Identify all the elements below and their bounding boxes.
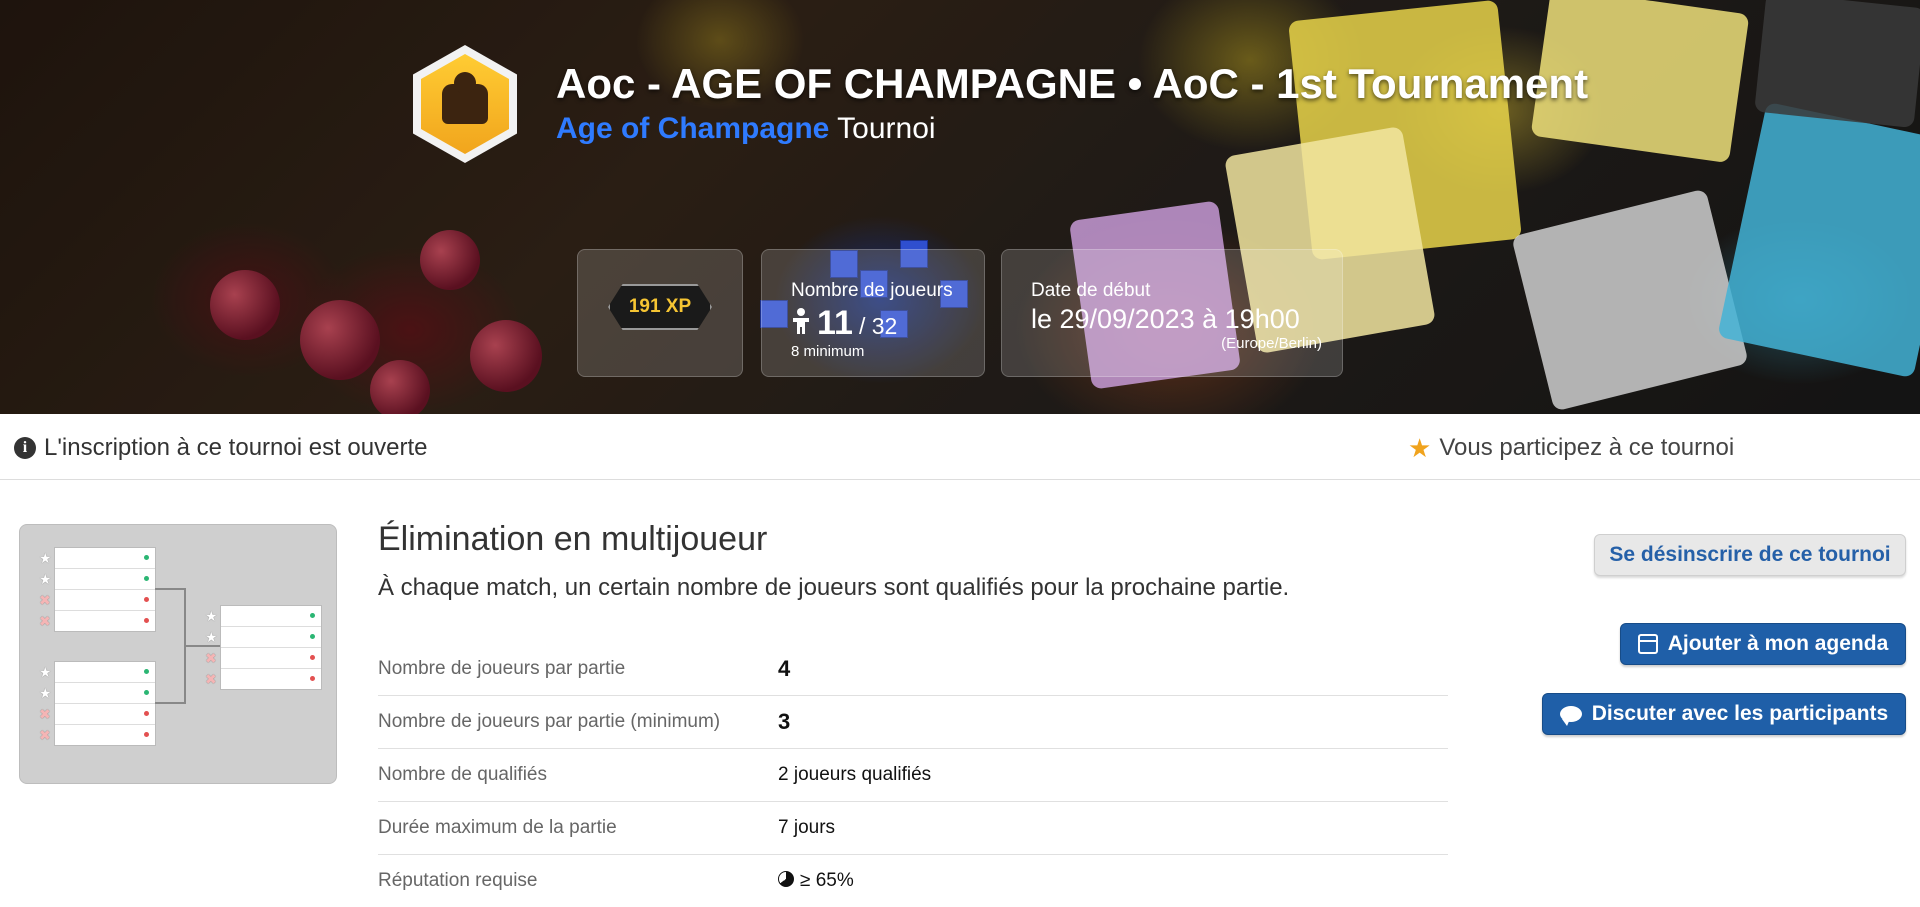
detail-value-reputation: ≥ 65% <box>778 855 1448 907</box>
xp-stat-box: 191 XP <box>577 249 743 377</box>
meeple-hex-logo-icon <box>442 84 488 124</box>
chat-bubble-icon <box>1560 706 1582 722</box>
info-circle-icon: i <box>14 437 36 459</box>
tournament-details-table: Nombre de joueurs par partie 4 Nombre de… <box>378 643 1448 907</box>
banner-card-decoration <box>1754 0 1920 128</box>
players-label: Nombre de joueurs <box>791 280 984 302</box>
unregister-button[interactable]: Se désinscrire de ce tournoi <box>1594 534 1906 576</box>
banner-card-decoration <box>1717 102 1920 378</box>
bracket-group: ★ ★ ✖ ✖ <box>54 547 156 632</box>
detail-value: 3 <box>778 696 1448 749</box>
registration-status-text: L'inscription à ce tournoi est ouverte <box>44 434 427 462</box>
detail-value: 2 joueurs qualifiés <box>778 749 1448 802</box>
add-agenda-label: Ajouter à mon agenda <box>1668 632 1889 656</box>
table-row: Nombre de joueurs par partie 4 <box>378 643 1448 696</box>
date-label: Date de début <box>1031 280 1342 302</box>
date-value: le 29/09/2023 à 19h00 <box>1031 304 1342 335</box>
players-max: / 32 <box>859 313 897 340</box>
registration-status: i L'inscription à ce tournoi est ouverte <box>14 434 427 462</box>
banner-grape-decoration <box>420 230 480 290</box>
format-description: À chaque match, un certain nombre de jou… <box>378 574 1289 602</box>
reputation-value: ≥ 65% <box>800 870 854 891</box>
banner-grape-decoration <box>370 360 430 414</box>
table-row: Nombre de joueurs par partie (minimum) 3 <box>378 696 1448 749</box>
banner-grape-decoration <box>470 320 542 392</box>
game-name-link[interactable]: Age of Champagne <box>556 112 829 145</box>
tournament-header: Aoc - AGE OF CHAMPAGNE • AoC - 1st Tourn… <box>556 60 1588 146</box>
subtitle-suffix: Tournoi <box>837 112 935 145</box>
detail-label: Réputation requise <box>378 855 778 907</box>
players-minimum: 8 minimum <box>791 343 984 360</box>
detail-label: Nombre de joueurs par partie <box>378 643 778 696</box>
bracket-group: ★ ★ ✖ ✖ <box>220 605 322 690</box>
banner-card-decoration <box>1511 188 1749 411</box>
bracket-diagram: ★ ★ ✖ ✖ ★ ★ ✖ ✖ ★ ★ ✖ ✖ <box>19 524 337 784</box>
players-count: 11 <box>817 304 853 343</box>
chat-participants-label: Discuter avec les participants <box>1592 702 1888 726</box>
add-agenda-button[interactable]: Ajouter à mon agenda <box>1620 623 1906 665</box>
table-row: Durée maximum de la partie 7 jours <box>378 802 1448 855</box>
tournament-banner: Aoc - AGE OF CHAMPAGNE • AoC - 1st Tourn… <box>0 0 1920 414</box>
chat-participants-button[interactable]: Discuter avec les participants <box>1542 693 1906 735</box>
reputation-pie-icon <box>778 871 794 887</box>
tournament-title: Aoc - AGE OF CHAMPAGNE • AoC - 1st Tourn… <box>556 60 1588 108</box>
tournament-subtitle: Age of Champagne Tournoi <box>556 112 1588 146</box>
player-icon <box>791 308 811 339</box>
banner-grape-decoration <box>300 300 380 380</box>
timezone: (Europe/Berlin) <box>1031 335 1342 352</box>
detail-label: Nombre de joueurs par partie (minimum) <box>378 696 778 749</box>
banner-grape-decoration <box>210 270 280 340</box>
format-title: Élimination en multijoueur <box>378 520 767 559</box>
calendar-icon <box>1638 634 1658 654</box>
date-stat-box: Date de début le 29/09/2023 à 19h00 (Eur… <box>1001 249 1343 377</box>
detail-value: 4 <box>778 643 1448 696</box>
detail-label: Durée maximum de la partie <box>378 802 778 855</box>
detail-value: 7 jours <box>778 802 1448 855</box>
detail-label: Nombre de qualifiés <box>378 749 778 802</box>
participation-status: ★ Vous participez à ce tournoi <box>1408 434 1734 462</box>
star-icon: ★ <box>1408 435 1431 461</box>
participation-status-text: Vous participez à ce tournoi <box>1439 434 1734 462</box>
table-row: Réputation requise ≥ 65% <box>378 855 1448 907</box>
table-row: Nombre de qualifiés 2 joueurs qualifiés <box>378 749 1448 802</box>
players-stat-box: Nombre de joueurs 11 / 32 8 minimum <box>761 249 985 377</box>
status-bar: i L'inscription à ce tournoi est ouverte… <box>0 414 1920 480</box>
xp-badge: 191 XP <box>608 284 712 330</box>
game-logo[interactable] <box>413 45 517 163</box>
bracket-group: ★ ★ ✖ ✖ <box>54 661 156 746</box>
